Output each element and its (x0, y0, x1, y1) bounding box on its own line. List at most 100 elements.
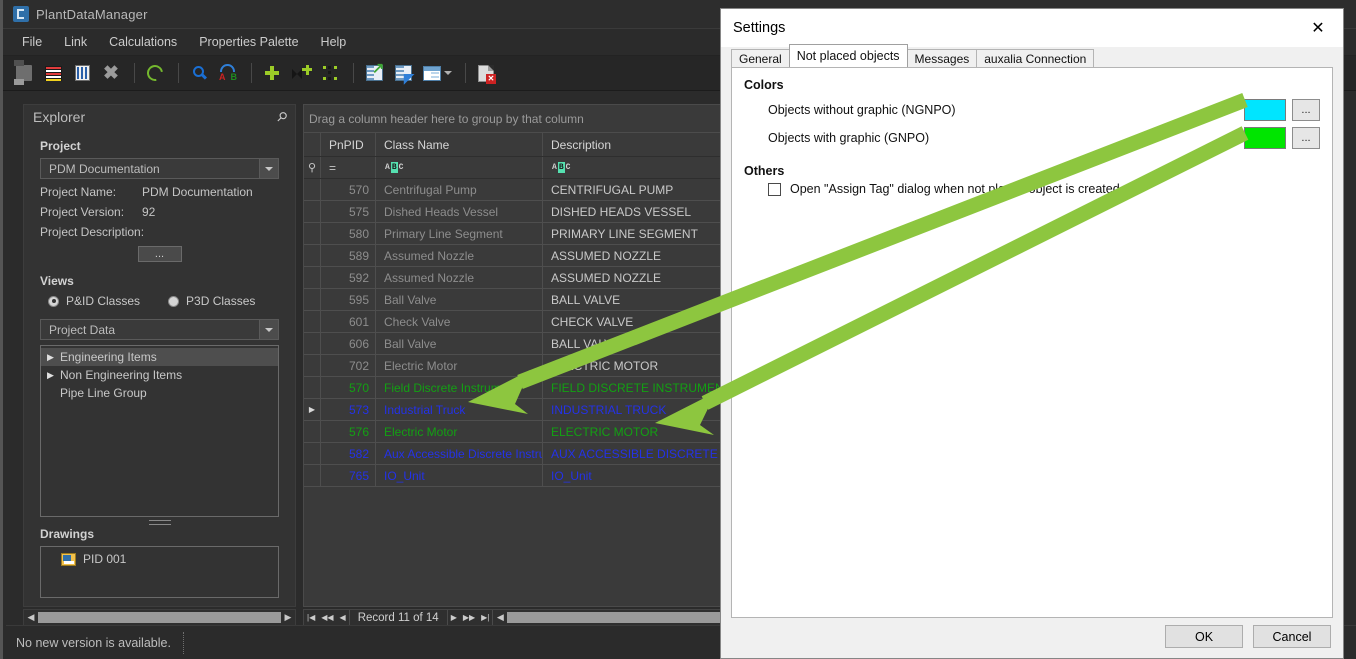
cell-description[interactable]: IO_Unit (543, 465, 725, 486)
cell-description[interactable]: CENTRIFUGAL PUMP (543, 179, 725, 200)
search-icon[interactable] (186, 60, 212, 86)
radio-pid-classes[interactable]: P&ID Classes (48, 294, 140, 308)
columns-icon[interactable] (69, 60, 95, 86)
cell-description[interactable]: CHECK VALVE (543, 311, 725, 332)
cell-description[interactable]: ASSUMED NOZZLE (543, 267, 725, 288)
cell-pnpid[interactable]: 575 (321, 201, 376, 222)
cell-class-name[interactable]: Check Valve (376, 311, 543, 332)
tab-auxalia-connection[interactable]: auxalia Connection (976, 49, 1095, 67)
checkbox-row-assign-tag[interactable]: Open "Assign Tag" dialog when not placed… (744, 182, 1320, 196)
cell-description[interactable]: BALL VALVE (543, 333, 725, 354)
table-row[interactable]: 702 Electric Motor ELECTRIC MOTOR (304, 355, 725, 377)
cell-class-name[interactable]: Primary Line Segment (376, 223, 543, 244)
expand-arrow-icon[interactable]: ▶ (47, 370, 60, 381)
grid-header-pnpid[interactable]: PnPID (321, 133, 376, 156)
table-row[interactable]: 570 Centrifugal Pump CENTRIFUGAL PUMP (304, 179, 725, 201)
rename-ab-icon[interactable]: AB (215, 60, 241, 86)
cell-pnpid[interactable]: 765 (321, 465, 376, 486)
table-row[interactable]: 570 Field Discrete Instrument FIELD DISCRE… (304, 377, 725, 399)
cell-class-name[interactable]: Electric Motor (376, 421, 543, 442)
cell-pnpid[interactable]: 589 (321, 245, 376, 266)
explorer-horizontal-scrollbar[interactable]: ◀ ▶ (23, 609, 296, 626)
cell-pnpid[interactable]: 570 (321, 179, 376, 200)
scroll-thumb[interactable] (38, 612, 281, 623)
cell-class-name[interactable]: Assumed Nozzle (376, 267, 543, 288)
cell-class-name[interactable]: Electric Motor (376, 355, 543, 376)
cell-pnpid[interactable]: 573 (321, 399, 376, 420)
table-row[interactable]: 592 Assumed Nozzle ASSUMED NOZZLE (304, 267, 725, 289)
nav-next-button[interactable]: ▶ (448, 613, 460, 622)
tab-not-placed-objects[interactable]: Not placed objects (788, 44, 908, 67)
cell-pnpid[interactable]: 580 (321, 223, 376, 244)
cell-class-name[interactable]: Dished Heads Vessel (376, 201, 543, 222)
cell-description[interactable]: ASSUMED NOZZLE (543, 245, 725, 266)
filter-description[interactable]: ABC (543, 157, 725, 178)
group-by-hint[interactable]: Drag a column header here to group by th… (304, 105, 725, 133)
rows-icon[interactable] (40, 60, 66, 86)
project-combo[interactable]: PDM Documentation (40, 158, 279, 179)
chevron-down-icon[interactable] (259, 159, 278, 178)
table-row[interactable]: 606 Ball Valve BALL VALVE (304, 333, 725, 355)
menu-item-file[interactable]: File (11, 31, 53, 53)
filter-class-name[interactable]: ABC (376, 157, 543, 178)
nav-last-button[interactable]: ▶| (478, 613, 492, 622)
cell-class-name[interactable]: Centrifugal Pump (376, 179, 543, 200)
table-row[interactable]: 589 Assumed Nozzle ASSUMED NOZZLE (304, 245, 725, 267)
close-document-icon[interactable]: ✕ (473, 60, 499, 86)
expand-arrow-icon[interactable]: ▶ (47, 352, 60, 363)
cancel-button[interactable]: Cancel (1253, 625, 1331, 648)
tree-item-pipe-line-group[interactable]: ▶ Pipe Line Group (41, 384, 278, 402)
export-grid-icon[interactable]: ↗ (361, 60, 387, 86)
tab-messages[interactable]: Messages (906, 49, 978, 67)
cell-pnpid[interactable]: 702 (321, 355, 376, 376)
chevron-down-icon[interactable] (259, 320, 278, 339)
splitter-grip[interactable] (148, 520, 171, 525)
checkbox-assign-tag[interactable] (768, 182, 781, 196)
table-row[interactable]: 580 Primary Line Segment PRIMARY LINE SEGM… (304, 223, 725, 245)
cell-description[interactable]: BALL VALVE (543, 289, 725, 310)
cell-class-name[interactable]: IO_Unit (376, 465, 543, 486)
table-row[interactable]: 601 Check Valve CHECK VALVE (304, 311, 725, 333)
filter-funnel-icon[interactable]: ⚲ (304, 157, 321, 178)
menu-item-help[interactable]: Help (310, 31, 358, 53)
cell-pnpid[interactable]: 595 (321, 289, 376, 310)
import-grid-icon[interactable]: ◤ (390, 60, 416, 86)
cell-description[interactable]: ELECTRIC MOTOR (543, 355, 725, 376)
scroll-right-arrow-icon[interactable]: ▶ (281, 612, 295, 623)
nav-prev-page-button[interactable]: ◀◀ (318, 613, 336, 622)
cell-class-name[interactable]: Assumed Nozzle (376, 245, 543, 266)
cell-pnpid[interactable]: 576 (321, 421, 376, 442)
cell-pnpid[interactable]: 606 (321, 333, 376, 354)
close-icon[interactable]: ✕ (1295, 13, 1341, 43)
save-icon[interactable] (11, 60, 37, 86)
table-row[interactable]: 765 IO_Unit IO_Unit (304, 465, 725, 487)
cell-class-name[interactable]: Aux Accessible Discrete Instrument (376, 443, 543, 464)
ok-button[interactable]: OK (1165, 625, 1243, 648)
grid-scroll-thumb[interactable] (507, 612, 725, 623)
cell-description[interactable]: PRIMARY LINE SEGMENT (543, 223, 725, 244)
color-picker-button-ngnpo[interactable]: ... (1292, 99, 1320, 121)
color-swatch-ngnpo[interactable] (1244, 99, 1286, 121)
scroll-left-arrow-icon[interactable]: ◀ (24, 612, 38, 623)
cell-pnpid[interactable]: 582 (321, 443, 376, 464)
table-row[interactable]: 582Aux Accessible Discrete InstrumentAUX… (304, 443, 725, 465)
grid-scroll-left-arrow-icon[interactable]: ◀ (493, 612, 507, 623)
menu-item-properties-palette[interactable]: Properties Palette (188, 31, 309, 53)
cell-description[interactable]: FIELD DISCRETE INSTRUMENT (543, 377, 725, 398)
table-row[interactable]: ▶ 573 Industrial Truck INDUSTRIAL TRUCK (304, 399, 725, 421)
refresh-icon[interactable] (142, 60, 168, 86)
cell-class-name[interactable]: Ball Valve (376, 289, 543, 310)
cell-description[interactable]: AUX ACCESSIBLE DISCRETE INSTR (543, 443, 725, 464)
cell-pnpid[interactable]: 570 (321, 377, 376, 398)
project-data-combo[interactable]: Project Data (40, 319, 279, 340)
color-picker-button-gnpo[interactable]: ... (1292, 127, 1320, 149)
table-row[interactable]: 595 Ball Valve BALL VALVE (304, 289, 725, 311)
project-tree[interactable]: ▶ Engineering Items ▶ Non Engineering It… (40, 345, 279, 517)
table-row[interactable]: 576 Electric Motor ELECTRIC MOTOR (304, 421, 725, 443)
menu-item-link[interactable]: Link (53, 31, 98, 53)
menu-item-calculations[interactable]: Calculations (98, 31, 188, 53)
drawings-list[interactable]: PID 001 (40, 546, 279, 598)
tree-item-non-engineering-items[interactable]: ▶ Non Engineering Items (41, 366, 278, 384)
table-layout-icon[interactable] (419, 60, 455, 86)
cell-description[interactable]: ELECTRIC MOTOR (543, 421, 725, 442)
